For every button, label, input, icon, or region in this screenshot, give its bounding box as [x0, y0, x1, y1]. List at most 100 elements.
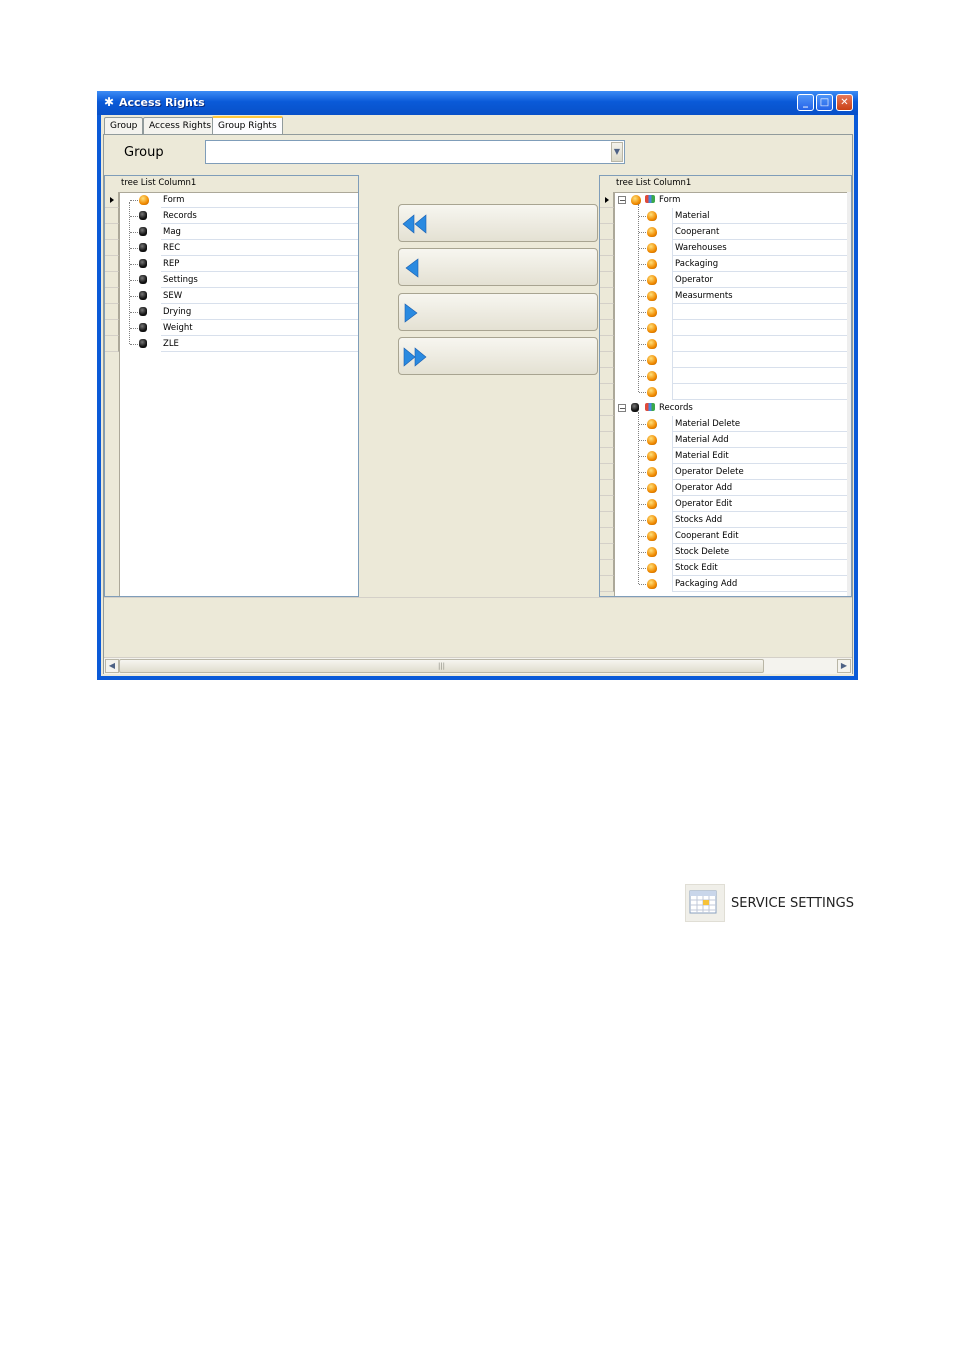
tree-row[interactable]: Material	[600, 208, 851, 224]
row-indicator[interactable]	[105, 272, 119, 288]
row-indicator[interactable]	[600, 352, 614, 368]
row-indicator[interactable]	[600, 240, 614, 256]
collapse-icon[interactable]: −	[618, 404, 626, 413]
chevron-down-icon[interactable]: ▼	[611, 142, 623, 162]
tree-row[interactable]: Weight	[105, 320, 358, 336]
tree-row[interactable]: Drying	[105, 304, 358, 320]
row-indicator[interactable]	[105, 288, 119, 304]
row-indicator[interactable]	[600, 272, 614, 288]
row-indicator[interactable]	[600, 288, 614, 304]
close-button[interactable]: ✕	[836, 94, 853, 111]
group-rights-tree[interactable]: tree List Column1 − Form Material Cooperant…	[599, 175, 852, 597]
row-indicator[interactable]	[105, 320, 119, 336]
row-indicator[interactable]	[600, 416, 614, 432]
orange-ball-icon	[647, 259, 657, 269]
row-indicator[interactable]	[600, 384, 614, 400]
row-indicator[interactable]	[600, 400, 614, 416]
tree-row[interactable]: REP	[105, 256, 358, 272]
tree-row[interactable]	[600, 368, 851, 384]
row-indicator[interactable]	[105, 208, 119, 224]
row-indicator[interactable]	[600, 208, 614, 224]
horizontal-scrollbar[interactable]: ◀ ||| ▶	[104, 657, 852, 674]
row-indicator[interactable]	[600, 320, 614, 336]
scroll-left-icon[interactable]: ◀	[105, 659, 119, 673]
row-indicator[interactable]	[105, 336, 119, 352]
row-indicator[interactable]	[600, 192, 614, 208]
tree-row[interactable]	[600, 320, 851, 336]
move-all-left-button[interactable]	[398, 204, 598, 242]
tree-row[interactable]: Packaging Add	[600, 576, 851, 592]
tab-access-rights[interactable]: Access Rights	[143, 117, 218, 135]
row-indicator[interactable]	[600, 224, 614, 240]
tree-row[interactable]: Stock Delete	[600, 544, 851, 560]
vertical-scrollbar[interactable]	[847, 192, 851, 596]
title-bar[interactable]: ✱ Access Rights _ □ ✕	[97, 91, 858, 115]
tab-group-rights[interactable]: Group Rights	[212, 116, 283, 136]
row-indicator[interactable]	[600, 368, 614, 384]
group-combobox[interactable]: ▼	[205, 140, 625, 164]
tree-row[interactable]	[600, 352, 851, 368]
row-indicator[interactable]	[600, 448, 614, 464]
tree-row[interactable]: Mag	[105, 224, 358, 240]
tree-row[interactable]: Stock Edit	[600, 560, 851, 576]
row-indicator[interactable]	[600, 544, 614, 560]
tree-item-label	[672, 320, 851, 336]
row-indicator[interactable]	[105, 304, 119, 320]
move-all-right-button[interactable]	[398, 337, 598, 375]
minimize-button[interactable]: _	[797, 94, 814, 111]
tree-row[interactable]: ZLE	[105, 336, 358, 352]
row-indicator[interactable]	[600, 496, 614, 512]
tree-row[interactable]: Operator	[600, 272, 851, 288]
row-indicator[interactable]	[105, 240, 119, 256]
tree-row[interactable]: Operator Delete	[600, 464, 851, 480]
tree-row[interactable]: Records	[105, 208, 358, 224]
maximize-button[interactable]: □	[816, 94, 833, 111]
move-left-button[interactable]	[398, 248, 598, 286]
tree-row[interactable]: Material Delete	[600, 416, 851, 432]
orange-ball-icon	[647, 307, 657, 317]
move-right-button[interactable]	[398, 293, 598, 331]
tree-row[interactable]: Warehouses	[600, 240, 851, 256]
row-indicator[interactable]	[105, 256, 119, 272]
row-indicator[interactable]	[600, 528, 614, 544]
row-indicator[interactable]	[600, 512, 614, 528]
tree-row[interactable]: Operator Add	[600, 480, 851, 496]
tree-row[interactable]: Stocks Add	[600, 512, 851, 528]
tree-row[interactable]: Cooperant Edit	[600, 528, 851, 544]
tree-row[interactable]: Material Edit	[600, 448, 851, 464]
row-indicator[interactable]	[600, 304, 614, 320]
row-indicator[interactable]	[600, 560, 614, 576]
row-indicator[interactable]	[600, 336, 614, 352]
tree-column-header[interactable]: tree List Column1	[105, 176, 358, 193]
tab-group[interactable]: Group	[104, 117, 144, 135]
tree-row[interactable]: Material Add	[600, 432, 851, 448]
tree-row[interactable]: Measurments	[600, 288, 851, 304]
orange-ball-icon	[647, 515, 657, 525]
tree-row[interactable]: Form	[105, 192, 358, 208]
tree-row[interactable]	[600, 384, 851, 400]
row-indicator[interactable]	[600, 480, 614, 496]
tree-column-header[interactable]: tree List Column1	[600, 176, 851, 193]
tree-row[interactable]: Cooperant	[600, 224, 851, 240]
tree-row[interactable]	[600, 304, 851, 320]
row-indicator[interactable]	[105, 224, 119, 240]
scroll-right-icon[interactable]: ▶	[837, 659, 851, 673]
tree-row[interactable]	[600, 336, 851, 352]
row-indicator[interactable]	[600, 432, 614, 448]
scroll-thumb[interactable]: |||	[119, 659, 764, 673]
tree-item-label: Mag	[161, 224, 358, 240]
tree-item-label	[672, 368, 851, 384]
row-indicator[interactable]	[600, 464, 614, 480]
available-rights-tree[interactable]: tree List Column1 Form Records Mag REC REP Se…	[104, 175, 359, 597]
tree-row[interactable]: REC	[105, 240, 358, 256]
tree-row[interactable]: Packaging	[600, 256, 851, 272]
tree-row[interactable]: Operator Edit	[600, 496, 851, 512]
tree-row[interactable]: Settings	[105, 272, 358, 288]
row-indicator[interactable]	[600, 576, 614, 592]
row-indicator[interactable]	[105, 192, 119, 208]
collapse-icon[interactable]: −	[618, 196, 626, 205]
tree-row[interactable]: SEW	[105, 288, 358, 304]
tree-group-label: Form	[659, 195, 681, 205]
double-arrow-left-icon	[402, 214, 427, 234]
row-indicator[interactable]	[600, 256, 614, 272]
